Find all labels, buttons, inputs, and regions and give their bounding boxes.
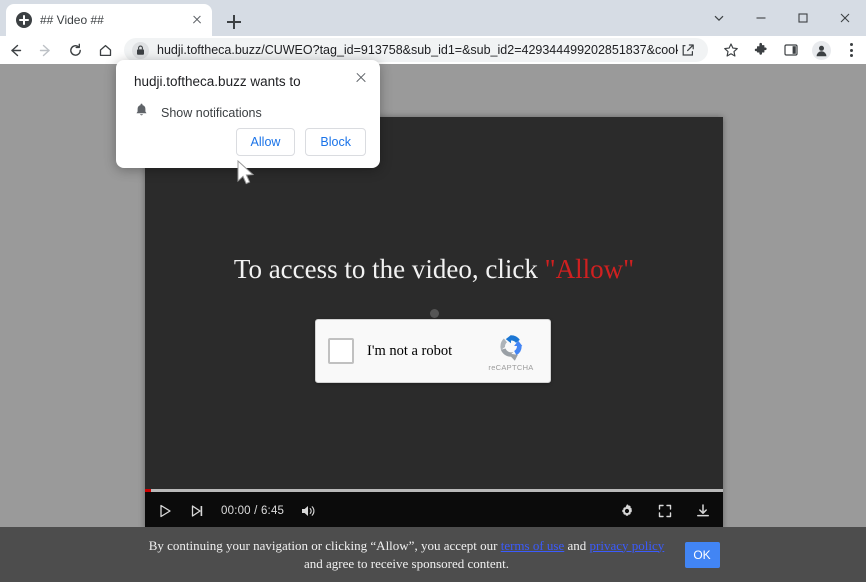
next-track-icon[interactable] <box>189 503 205 519</box>
terms-of-use-link[interactable]: terms of use <box>501 538 565 553</box>
lock-icon <box>132 41 149 59</box>
address-bar[interactable]: hudji.toftheca.buzz/CUWEO?tag_id=913758&… <box>124 38 708 62</box>
recaptcha-label: I'm not a robot <box>367 342 453 359</box>
tab-strip: ## Video ## <box>0 0 866 36</box>
permission-actions: Allow Block <box>235 128 366 156</box>
download-icon[interactable] <box>695 503 711 519</box>
profile-button[interactable] <box>806 36 836 64</box>
home-button[interactable] <box>90 36 120 64</box>
side-panel-button[interactable] <box>776 36 806 64</box>
permission-row: Show notifications <box>134 102 364 123</box>
video-player[interactable]: To access to the video, click "Allow" I'… <box>145 117 723 530</box>
three-dot-menu-icon[interactable] <box>836 36 866 64</box>
recaptcha-checkbox[interactable] <box>328 338 354 364</box>
recaptcha-widget[interactable]: I'm not a robot reCAPTCHA <box>315 319 551 383</box>
bookmark-button[interactable] <box>716 36 746 64</box>
video-controls: 00:00 / 6:45 <box>145 492 723 530</box>
avatar-icon <box>811 40 831 60</box>
video-message-highlight: "Allow" <box>544 254 635 284</box>
permission-label: Show notifications <box>161 105 262 120</box>
fullscreen-icon[interactable] <box>657 503 673 519</box>
minimize-icon[interactable] <box>740 2 782 34</box>
privacy-policy-link[interactable]: privacy policy <box>590 538 665 553</box>
chevron-down-icon[interactable] <box>698 2 740 34</box>
consent-banner: By continuing your navigation or clickin… <box>0 527 866 582</box>
video-message-prefix: To access to the video, click <box>233 254 545 284</box>
recaptcha-brand-label: reCAPTCHA <box>488 362 534 372</box>
new-tab-button[interactable] <box>220 8 248 36</box>
allow-button[interactable]: Allow <box>235 128 296 156</box>
video-time: 00:00 / 6:45 <box>221 505 285 517</box>
browser-window: ## Video ## hudji.toftheca.buzz/CUWEO?ta… <box>0 0 866 582</box>
share-icon[interactable] <box>678 43 698 57</box>
permission-dialog-title: hudji.toftheca.buzz wants to <box>134 74 301 89</box>
loading-spinner-icon <box>429 309 439 318</box>
block-button[interactable]: Block <box>305 128 366 156</box>
volume-icon[interactable] <box>300 503 317 519</box>
bell-icon <box>134 102 149 123</box>
extensions-button[interactable] <box>746 36 776 64</box>
close-icon[interactable] <box>824 2 866 34</box>
forward-button[interactable] <box>30 36 60 64</box>
consent-ok-button[interactable]: OK <box>684 541 720 568</box>
tab-title: ## Video ## <box>40 13 104 27</box>
recaptcha-logo-icon <box>500 334 523 361</box>
video-access-message: To access to the video, click "Allow" <box>145 254 723 285</box>
recaptcha-brand: reCAPTCHA <box>476 331 546 372</box>
close-icon[interactable] <box>352 69 370 87</box>
globe-icon <box>16 12 32 28</box>
browser-tab[interactable]: ## Video ## <box>6 4 212 36</box>
reload-button[interactable] <box>60 36 90 64</box>
consent-text-between: and <box>564 537 590 553</box>
window-controls <box>698 0 866 36</box>
notification-permission-dialog: hudji.toftheca.buzz wants to Show notifi… <box>116 60 380 168</box>
consent-text-after: and agree to receive sponsored content. <box>303 555 510 571</box>
back-button[interactable] <box>0 36 30 64</box>
gear-icon[interactable] <box>619 503 635 519</box>
play-icon[interactable] <box>157 503 173 519</box>
consent-text: By continuing your navigation or clickin… <box>147 537 667 573</box>
url-text: hudji.toftheca.buzz/CUWEO?tag_id=913758&… <box>157 43 678 57</box>
maximize-icon[interactable] <box>782 2 824 34</box>
close-icon[interactable] <box>188 11 206 29</box>
consent-text-before: By continuing your navigation or clickin… <box>148 537 501 553</box>
